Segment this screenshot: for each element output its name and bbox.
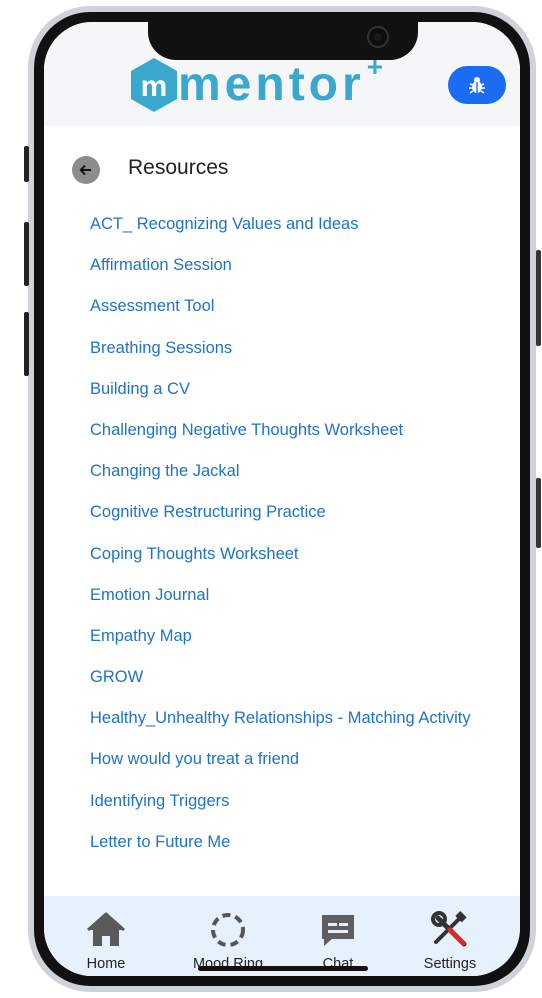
resource-link-future-me[interactable]: Letter to Future Me [90,830,490,855]
side-button-lower [536,478,541,548]
resource-link-cognitive[interactable]: Cognitive Restructuring Practice [90,500,490,525]
resource-link-act[interactable]: ACT_ Recognizing Values and Ideas [90,212,490,237]
bug-icon [469,77,485,94]
tab-mood-ring[interactable]: Mood Ring [178,910,278,972]
resource-link-jackal[interactable]: Changing the Jackal [90,459,490,484]
mentor-logo: m mentor + [128,51,383,114]
volume-down-button [24,312,29,376]
logo-hexagon-icon: m [131,58,177,112]
resource-link-negative-thoughts[interactable]: Challenging Negative Thoughts Worksheet [90,418,490,443]
resource-link-affirmation[interactable]: Affirmation Session [90,253,490,278]
resource-link-assessment[interactable]: Assessment Tool [90,294,490,319]
tools-icon [431,911,467,947]
mood-ring-icon [211,913,245,947]
logo-letter: m [141,70,168,103]
mute-switch [24,146,29,182]
camera-icon [367,26,389,48]
resource-link-triggers[interactable]: Identifying Triggers [90,789,490,814]
report-bug-button[interactable] [448,66,506,104]
page-title: Resources [128,156,229,179]
bottom-tab-bar: Home Mood Ring Chat Settings [44,896,520,976]
resource-link-treat-friend[interactable]: How would you treat a friend [90,747,490,772]
resource-link-coping[interactable]: Coping Thoughts Worksheet [90,542,490,567]
side-button-upper [536,250,541,346]
resource-link-cv[interactable]: Building a CV [90,377,490,402]
home-indicator[interactable] [198,966,368,971]
volume-up-button [24,222,29,286]
arrow-left-icon [79,164,91,176]
tab-chat[interactable]: Chat [288,910,388,972]
back-button[interactable] [72,156,100,184]
page-title-row: Resources [44,152,520,188]
resource-link-empathy-map[interactable]: Empathy Map [90,624,490,649]
app-screen: m mentor + Resources ACT_ Recognizing Va… [44,22,520,976]
resource-link-emotion-journal[interactable]: Emotion Journal [90,583,490,608]
tab-home[interactable]: Home [56,910,156,972]
resource-link-grow[interactable]: GROW [90,665,490,690]
logo-text: mentor [178,58,365,111]
tab-settings[interactable]: Settings [400,910,500,972]
tab-settings-label: Settings [423,956,477,972]
home-icon [87,912,125,946]
tab-home-label: Home [86,956,126,972]
resource-link-relationships[interactable]: Healthy_Unhealthy Relationships - Matchi… [90,706,490,731]
resource-link-breathing[interactable]: Breathing Sessions [90,336,490,361]
resource-list: ACT_ Recognizing Values and Ideas Affirm… [90,212,490,871]
chat-icon [322,915,354,946]
